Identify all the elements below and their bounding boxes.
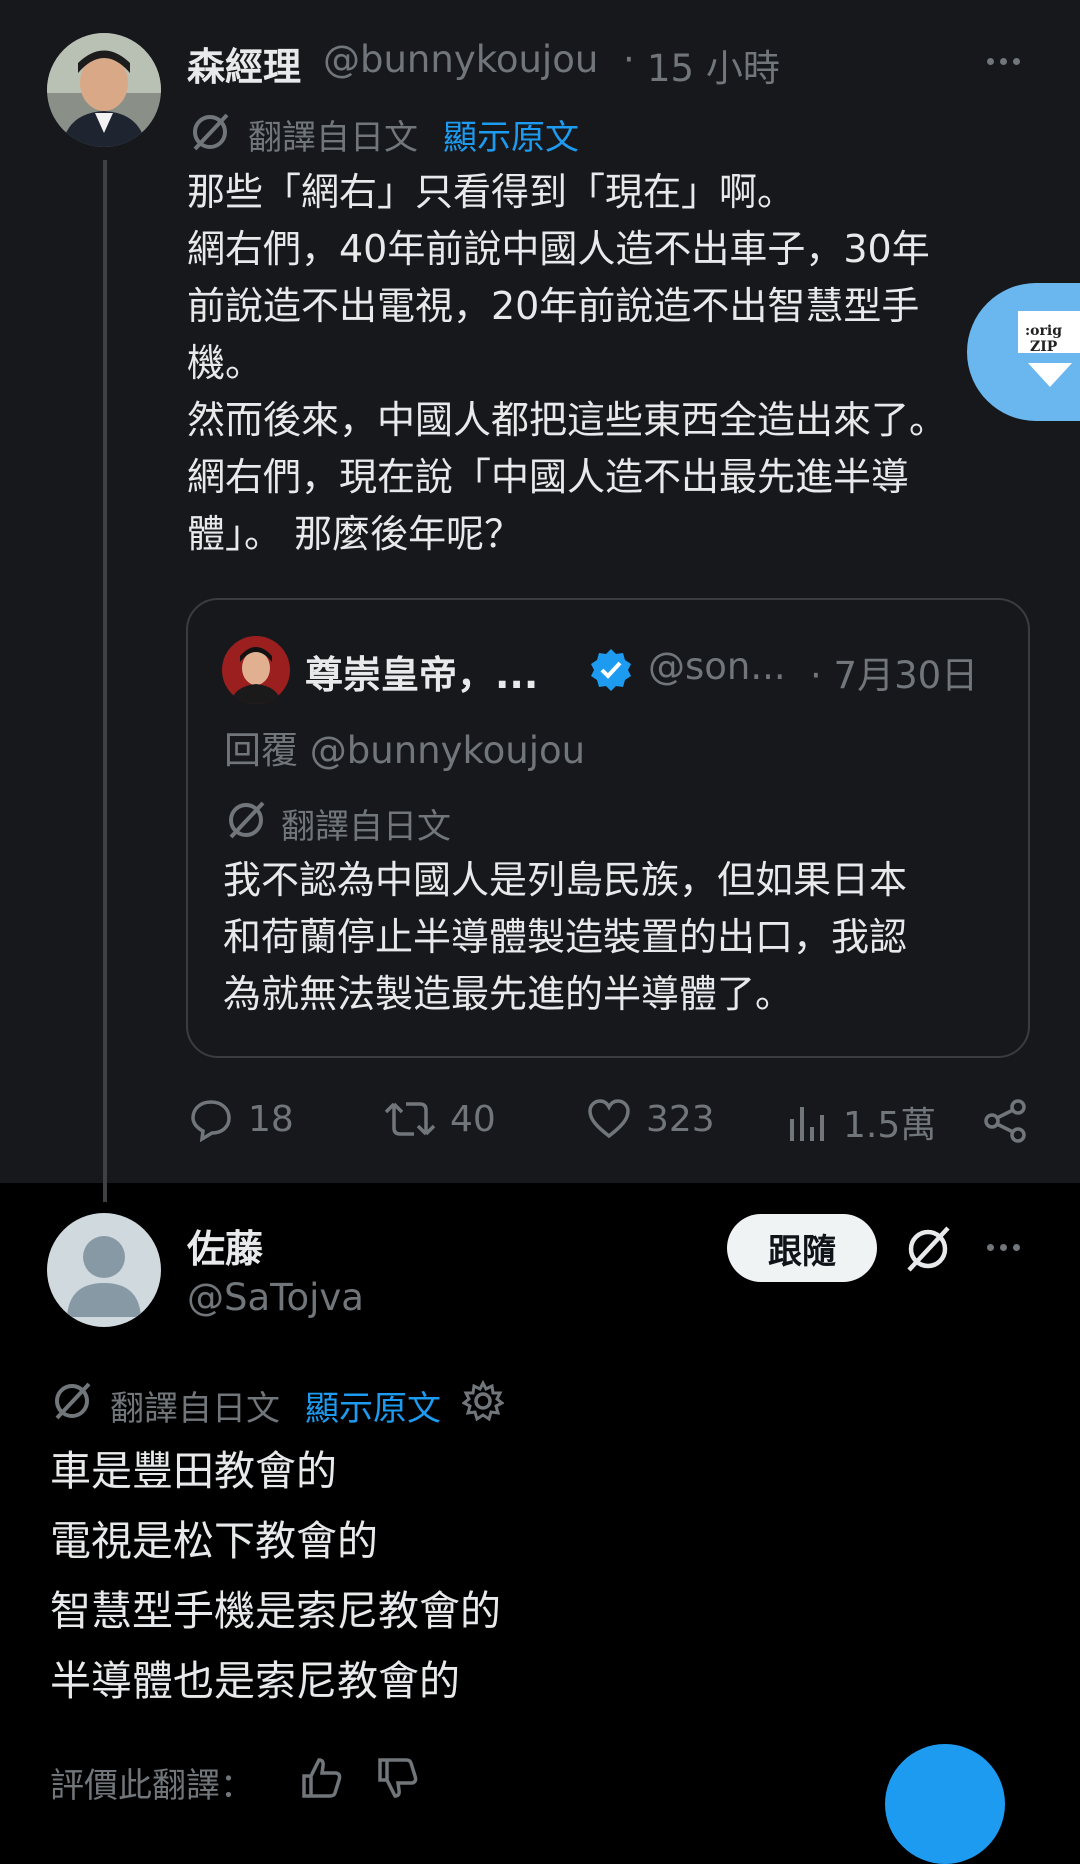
main-body-line: 智慧型手機是索尼教會的 <box>50 1587 501 1635</box>
quote-body-line: 和荷蘭停止半導體製造裝置的出口，我認 <box>223 915 908 959</box>
translate-icon <box>189 111 231 153</box>
body-line: 前說造不出電視，20年前說造不出智慧型手 <box>187 284 920 328</box>
share-icon[interactable] <box>982 1098 1028 1148</box>
translate-icon <box>225 799 267 841</box>
show-original-link[interactable]: 顯示原文 <box>443 110 579 159</box>
thumbs-down-icon[interactable] <box>376 1756 420 1804</box>
more-options-icon[interactable] <box>987 58 1020 65</box>
body-line: 機。 <box>187 341 264 385</box>
quote-body-line: 我不認為中國人是列島民族，但如果日本 <box>223 858 908 902</box>
thread-connector-line <box>103 160 107 1202</box>
follow-button[interactable]: 跟隨 <box>727 1214 877 1282</box>
main-post-body: 車是豐田教會的 電視是松下教會的 智慧型手機是索尼教會的 半導體也是索尼教會的 <box>50 1436 1030 1716</box>
analytics-icon <box>790 1107 824 1141</box>
views-count: 1.5萬 <box>843 1105 937 1146</box>
reply-icon <box>191 1100 231 1142</box>
main-post-display-name[interactable]: 佐藤 <box>187 1218 263 1273</box>
compose-fab[interactable] <box>885 1744 1005 1864</box>
zip-label-line2: ZIP <box>1030 339 1058 355</box>
more-options-icon[interactable] <box>987 1244 1020 1251</box>
main-post-handle[interactable]: @SaTojva <box>187 1276 364 1319</box>
repost-icon <box>384 1102 436 1136</box>
quote-author-handle[interactable]: @son... <box>648 645 786 688</box>
rate-translation-label: 評價此翻譯： <box>50 1766 254 1806</box>
body-line: 然而後來，中國人都把這些東西全造出來了。 <box>187 398 948 442</box>
translate-icon[interactable] <box>903 1224 953 1278</box>
body-line: 網右們，現在說「中國人造不出最先進半導 <box>187 455 910 499</box>
main-body-line: 半導體也是索尼教會的 <box>50 1657 460 1705</box>
avatar-sato[interactable] <box>47 1213 161 1327</box>
like-count: 323 <box>646 1098 715 1140</box>
gear-icon[interactable] <box>461 1379 505 1426</box>
reply-button[interactable]: 18 <box>188 1096 294 1142</box>
translate-icon <box>51 1380 93 1422</box>
thumbs-up-icon[interactable] <box>300 1756 344 1804</box>
quote-body: 我不認為中國人是列島民族，但如果日本 和荷蘭停止半導體製造裝置的出口，我認 為就… <box>223 852 1013 1023</box>
translated-from-label: 翻譯自日文 <box>248 118 418 158</box>
body-line: 網右們，40年前說中國人造不出車子，30年 <box>187 227 930 271</box>
body-line: 那些「網右」只看得到「現在」啊。 <box>187 170 796 214</box>
verified-badge-icon <box>588 647 634 697</box>
quoted-post-separator: · <box>623 38 635 81</box>
quoted-post-handle[interactable]: @bunnykoujou <box>323 38 598 81</box>
body-line: 體」。 那麼後年呢？ <box>187 512 523 556</box>
views-button[interactable]: 1.5萬 <box>787 1096 936 1148</box>
reply-count: 18 <box>248 1098 294 1140</box>
like-button[interactable]: 323 <box>586 1096 715 1142</box>
quote-date[interactable]: · 7月30日 <box>810 645 978 699</box>
quote-translated-from-label: 翻譯自日文 <box>281 807 451 847</box>
main-body-line: 電視是松下教會的 <box>50 1517 378 1565</box>
quote-author-name[interactable]: 尊崇皇帝，... <box>305 644 538 699</box>
quoted-post-display-name[interactable]: 森經理 <box>187 36 301 91</box>
main-show-original-link[interactable]: 顯示原文 <box>305 1381 441 1430</box>
reply-to-label[interactable]: 回覆 @bunnykoujou <box>224 720 585 774</box>
quote-author-avatar[interactable] <box>222 636 290 704</box>
quote-body-line: 為就無法製造最先進的半導體了。 <box>223 972 794 1016</box>
quoted-post-time[interactable]: 15 小時 <box>647 38 780 92</box>
heart-icon <box>588 1099 630 1139</box>
main-body-line: 車是豐田教會的 <box>50 1447 337 1495</box>
avatar-moriketsuri[interactable] <box>47 33 161 147</box>
zip-label-line1: :orig <box>1025 323 1062 339</box>
repost-button[interactable]: 40 <box>384 1096 496 1142</box>
repost-count: 40 <box>450 1098 496 1140</box>
main-translated-from-label: 翻譯自日文 <box>110 1389 280 1429</box>
quoted-post-body: 那些「網右」只看得到「現在」啊。 網右們，40年前說中國人造不出車子，30年 前… <box>187 164 1017 563</box>
